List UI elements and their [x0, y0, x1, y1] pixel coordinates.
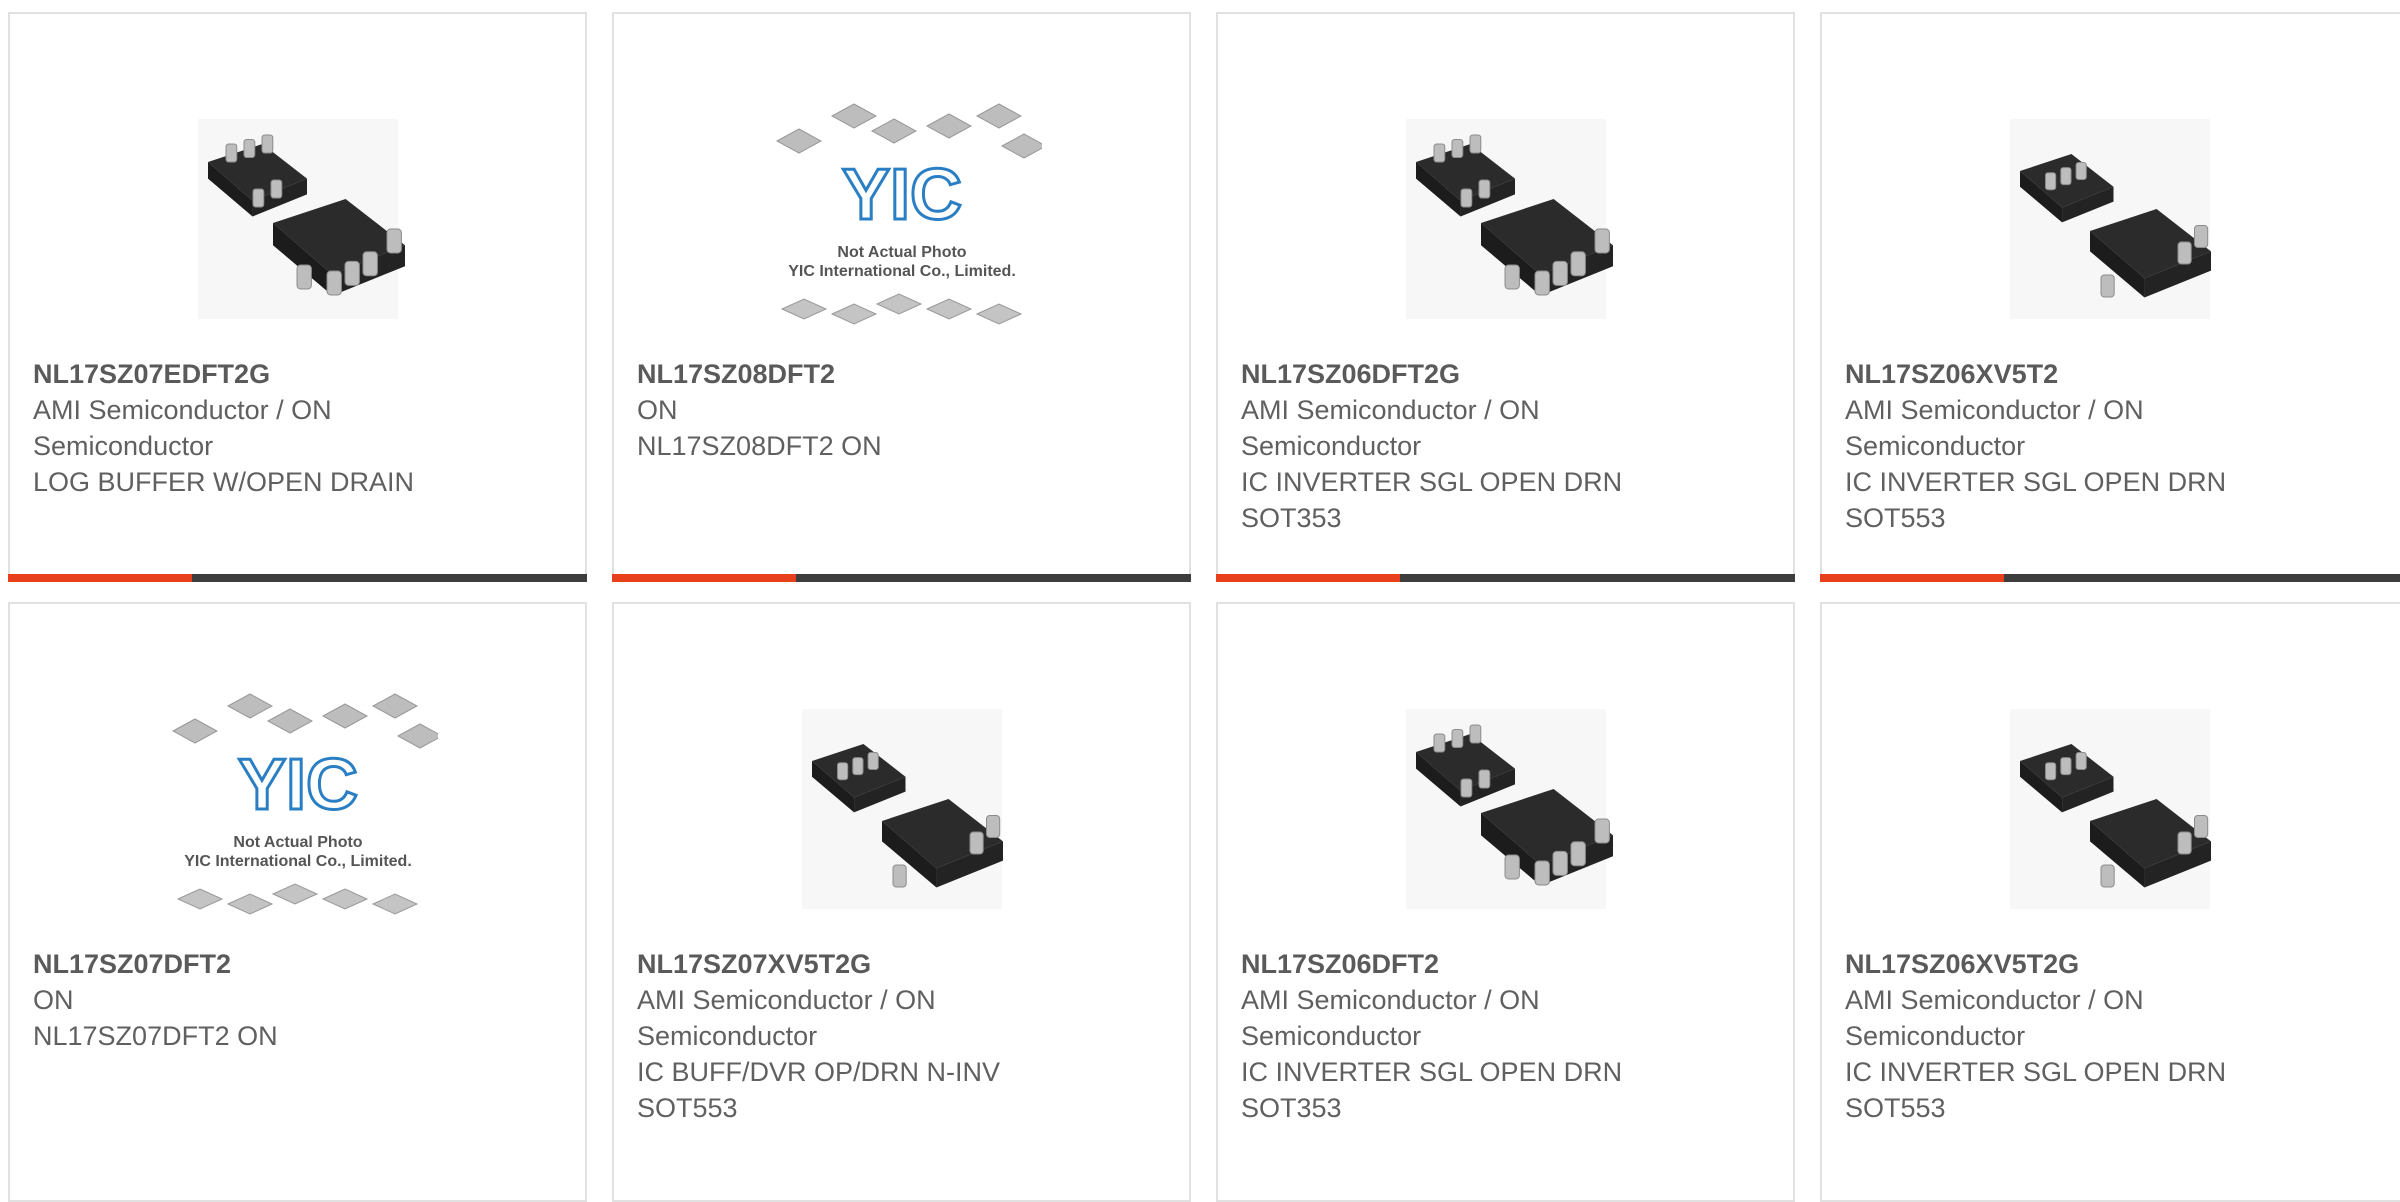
part-number[interactable]: NL17SZ07DFT2 [33, 946, 565, 982]
placeholder-image: YIC Not Actual Photo YIC International Co.… [10, 674, 585, 944]
sot353-chip-image [1218, 84, 1793, 354]
product-card[interactable]: YIC Not Actual Photo YIC International Co.… [612, 12, 1191, 582]
product-card[interactable]: NL17SZ06DFT2 AMI Semiconductor / ON Semi… [1216, 602, 1795, 1202]
part-number[interactable]: NL17SZ06XV5T2 [1845, 356, 2388, 392]
manufacturer: AMI Semiconductor / ON [1241, 985, 1540, 1015]
package: SOT553 [637, 1093, 738, 1123]
part-number[interactable]: NL17SZ06XV5T2G [1845, 946, 2388, 982]
accent-segment [1216, 574, 1400, 582]
description: NL17SZ07DFT2 ON [33, 1021, 278, 1051]
manufacturer-cont: Semiconductor [1241, 1021, 1422, 1051]
card-bottom-bar [1216, 574, 1795, 582]
manufacturer: AMI Semiconductor / ON [1241, 395, 1540, 425]
svg-text:YIC: YIC [237, 745, 357, 825]
product-grid: NL17SZ07EDFT2G AMI Semiconductor / ON Se… [0, 0, 2400, 1202]
manufacturer-cont: Semiconductor [1845, 1021, 2026, 1051]
product-card[interactable]: NL17SZ07XV5T2G AMI Semiconductor / ON Se… [612, 602, 1191, 1202]
manufacturer-cont: Semiconductor [1845, 431, 2026, 461]
card-bottom-bar [612, 574, 1191, 582]
product-card[interactable]: YIC Not Actual Photo YIC International Co.… [8, 602, 587, 1202]
sot553-chip-image [614, 674, 1189, 944]
description: IC INVERTER SGL OPEN DRN [1845, 467, 2227, 497]
manufacturer: AMI Semiconductor / ON [33, 395, 332, 425]
product-card[interactable]: NL17SZ06DFT2G AMI Semiconductor / ON Sem… [1216, 12, 1795, 582]
description: IC INVERTER SGL OPEN DRN [1241, 1057, 1623, 1087]
manufacturer-cont: Semiconductor [637, 1021, 818, 1051]
sot553-chip-image [1822, 84, 2397, 354]
package: SOT553 [1845, 503, 1946, 533]
description: IC BUFF/DVR OP/DRN N-INV [637, 1057, 1001, 1087]
sot353-chip-image [10, 84, 585, 354]
manufacturer: AMI Semiconductor / ON [1845, 395, 2144, 425]
manufacturer-cont: Semiconductor [1241, 431, 1422, 461]
description: NL17SZ08DFT2 ON [637, 431, 882, 461]
product-card[interactable]: NL17SZ06XV5T2 AMI Semiconductor / ON Sem… [1820, 12, 2400, 582]
sot353-chip-image [1218, 674, 1793, 944]
card-bottom-bar [1820, 574, 2400, 582]
svg-text:Not Actual Photo: Not Actual Photo [233, 834, 362, 851]
description: IC INVERTER SGL OPEN DRN [1845, 1057, 2227, 1087]
package: SOT353 [1241, 1093, 1342, 1123]
accent-segment [612, 574, 796, 582]
manufacturer-cont: Semiconductor [33, 431, 214, 461]
description: IC INVERTER SGL OPEN DRN [1241, 467, 1623, 497]
svg-text:YIC: YIC [841, 155, 961, 235]
accent-segment [1820, 574, 2004, 582]
description: LOG BUFFER W/OPEN DRAIN [33, 467, 415, 497]
part-number[interactable]: NL17SZ06DFT2G [1241, 356, 1773, 392]
manufacturer: AMI Semiconductor / ON [1845, 985, 2144, 1015]
manufacturer: ON [33, 985, 74, 1015]
svg-text:Not Actual Photo: Not Actual Photo [837, 244, 966, 261]
card-bottom-bar [8, 574, 587, 582]
part-number[interactable]: NL17SZ08DFT2 [637, 356, 1169, 392]
svg-text:YIC International Co., Limited: YIC International Co., Limited. [788, 263, 1016, 280]
package: SOT553 [1845, 1093, 1946, 1123]
manufacturer: AMI Semiconductor / ON [637, 985, 936, 1015]
product-card[interactable]: NL17SZ06XV5T2G AMI Semiconductor / ON Se… [1820, 602, 2400, 1202]
package: SOT353 [1241, 503, 1342, 533]
placeholder-image: YIC Not Actual Photo YIC International Co.… [614, 84, 1189, 354]
svg-text:YIC International Co., Limited: YIC International Co., Limited. [184, 853, 412, 870]
part-number[interactable]: NL17SZ06DFT2 [1241, 946, 1773, 982]
part-number[interactable]: NL17SZ07EDFT2G [33, 356, 565, 392]
sot553-chip-image [1822, 674, 2397, 944]
manufacturer: ON [637, 395, 678, 425]
product-card[interactable]: NL17SZ07EDFT2G AMI Semiconductor / ON Se… [8, 12, 587, 582]
part-number[interactable]: NL17SZ07XV5T2G [637, 946, 1169, 982]
accent-segment [8, 574, 192, 582]
